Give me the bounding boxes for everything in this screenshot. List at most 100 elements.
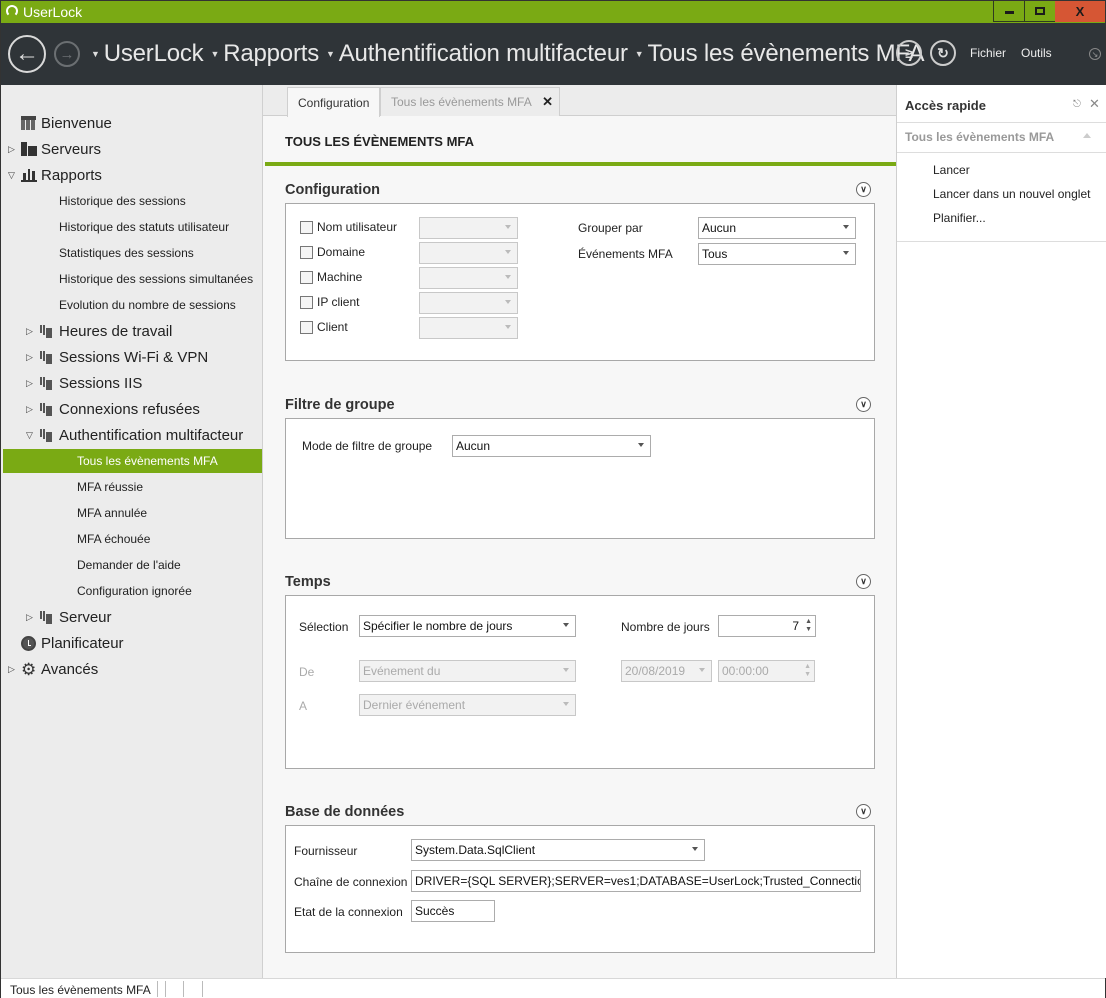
- menu-fichier[interactable]: Fichier: [970, 46, 1006, 60]
- back-button[interactable]: ←: [8, 35, 46, 73]
- tab-tous-evenements-mfa[interactable]: Tous les évènements MFA ✕: [380, 87, 560, 116]
- chevron-down-icon[interactable]: ∨: [856, 574, 871, 589]
- close-panel-icon[interactable]: ✕: [1089, 96, 1100, 112]
- chevron-down-icon[interactable]: ∨: [856, 397, 871, 412]
- tab-configuration[interactable]: Configuration: [287, 87, 381, 117]
- time-picker-de[interactable]: 00:00:00 ▲ ▼: [718, 660, 815, 682]
- spin-down-icon[interactable]: ▼: [805, 626, 812, 634]
- select-evenements-mfa[interactable]: Tous: [698, 243, 856, 265]
- expand-arrow-icon[interactable]: ▷: [26, 404, 33, 415]
- forward-button[interactable]: →: [54, 41, 80, 67]
- tree-item-sessions-iis[interactable]: ▷ Sessions IIS: [1, 371, 262, 395]
- tree-item-sessions-simultanees[interactable]: Historique des sessions simultanées: [1, 267, 262, 291]
- tree-item-historique-statuts[interactable]: Historique des statuts utilisateur: [1, 215, 262, 239]
- pin-icon[interactable]: ⎋: [1073, 99, 1081, 110]
- checkbox-nom-utilisateur[interactable]: [300, 221, 313, 234]
- refresh-button[interactable]: ↻: [930, 40, 956, 66]
- select-nom-utilisateur[interactable]: [419, 217, 518, 239]
- link-lancer[interactable]: Lancer: [933, 163, 970, 177]
- tree-item-avances[interactable]: ▷ ⚙ Avancés: [1, 657, 262, 681]
- tree-item-tous-evenements-mfa[interactable]: Tous les évènements MFA: [3, 449, 262, 473]
- link-planifier[interactable]: Planifier...: [933, 211, 986, 225]
- expand-arrow-icon[interactable]: ▷: [8, 144, 15, 155]
- spin-up-icon[interactable]: ▲: [805, 618, 812, 626]
- title-divider: [265, 162, 896, 166]
- tree-item-connexions-refusees[interactable]: ▷ Connexions refusées: [1, 397, 262, 421]
- date-picker-de[interactable]: 20/08/2019: [621, 660, 712, 682]
- expand-arrow-icon[interactable]: ▷: [26, 378, 33, 389]
- chevron-down-icon[interactable]: ∨: [856, 182, 871, 197]
- select-domaine[interactable]: [419, 242, 518, 264]
- tree-item-mfa-echouee[interactable]: MFA échouée: [1, 527, 262, 551]
- collapse-ribbon-icon[interactable]: ↘: [1089, 48, 1101, 60]
- tree-item-serveur[interactable]: ▷ Serveur: [1, 605, 262, 629]
- expand-arrow-icon[interactable]: ▷: [8, 664, 15, 675]
- breadcrumb-label[interactable]: UserLock: [104, 40, 204, 68]
- expand-arrow-icon[interactable]: ▷: [26, 326, 33, 337]
- maximize-button[interactable]: [1024, 1, 1056, 22]
- label-nombre-jours: Nombre de jours: [621, 620, 710, 634]
- select-grouper-par[interactable]: Aucun: [698, 217, 856, 239]
- tree-item-historique-sessions[interactable]: Historique des sessions: [1, 189, 262, 213]
- powershell-button[interactable]: ≥: [896, 40, 922, 66]
- tree-item-sessions-wifi-vpn[interactable]: ▷ Sessions Wi-Fi & VPN: [1, 345, 262, 369]
- tree-item-mfa-annulee[interactable]: MFA annulée: [1, 501, 262, 525]
- select-a[interactable]: Dernier événement: [359, 694, 576, 716]
- nombre-jours-spinner[interactable]: 7 ▲ ▼: [718, 615, 816, 637]
- breadcrumb-item[interactable]: ▼ Rapports: [211, 40, 320, 68]
- checkbox-domaine[interactable]: [300, 246, 313, 259]
- close-button[interactable]: X: [1055, 1, 1105, 22]
- tree-item-heures-travail[interactable]: ▷ Heures de travail: [1, 319, 262, 343]
- dropdown-icon[interactable]: ▼: [211, 49, 220, 59]
- tree-item-statistiques-sessions[interactable]: Statistiques des sessions: [1, 241, 262, 265]
- menu-outils[interactable]: Outils: [1021, 46, 1052, 60]
- tree-item-evolution-sessions[interactable]: Evolution du nombre de sessions: [1, 293, 262, 317]
- tree-item-rapports[interactable]: ▽ Rapports: [1, 163, 262, 187]
- select-de[interactable]: Evénement du: [359, 660, 576, 682]
- collapse-arrow-icon[interactable]: ▽: [26, 430, 33, 441]
- breadcrumb-item[interactable]: ▼ UserLock: [91, 40, 204, 68]
- minimize-button[interactable]: [993, 1, 1025, 22]
- select-fournisseur[interactable]: System.Data.SqlClient: [411, 839, 705, 861]
- breadcrumb-item[interactable]: ▼ Tous les évènements MFA: [635, 40, 925, 68]
- navigation-bar: ← → ▼ UserLock ▼ Rapports ▼ Authentificatio…: [1, 23, 1105, 85]
- quick-access-group[interactable]: Tous les évènements MFA: [905, 130, 1054, 144]
- select-machine[interactable]: [419, 267, 518, 289]
- status-text: Tous les évènements MFA: [10, 983, 151, 997]
- checkbox-ip-client[interactable]: [300, 296, 313, 309]
- select-client[interactable]: [419, 317, 518, 339]
- checkbox-client[interactable]: [300, 321, 313, 334]
- tree-item-bienvenue[interactable]: Bienvenue: [1, 111, 262, 135]
- dropdown-icon[interactable]: ▼: [91, 49, 100, 59]
- dropdown-icon[interactable]: ▼: [635, 49, 644, 59]
- tree-item-serveurs[interactable]: ▷ Serveurs: [1, 137, 262, 161]
- select-mode-filtre-groupe[interactable]: Aucun: [452, 435, 651, 457]
- expand-arrow-icon[interactable]: ▷: [26, 352, 33, 363]
- tree-item-planificateur[interactable]: Planificateur: [1, 631, 262, 655]
- breadcrumb-item[interactable]: ▼ Authentification multifacteur: [326, 40, 628, 68]
- chevron-down-icon[interactable]: ∨: [856, 804, 871, 819]
- expand-arrow-icon[interactable]: ▷: [26, 612, 33, 623]
- dropdown-icon[interactable]: ▼: [326, 49, 335, 59]
- breadcrumb-label[interactable]: Authentification multifacteur: [339, 40, 628, 68]
- connection-string-input[interactable]: DRIVER={SQL SERVER};SERVER=ves1;DATABASE…: [411, 870, 861, 892]
- close-tab-icon[interactable]: ✕: [542, 94, 553, 110]
- tree-item-configuration-ignoree[interactable]: Configuration ignorée: [1, 579, 262, 603]
- spin-up-icon[interactable]: ▲: [804, 663, 811, 671]
- spin-down-icon[interactable]: ▼: [804, 671, 811, 679]
- quick-access-panel: Accès rapide ⎋ ✕ Tous les évènements MFA…: [896, 85, 1106, 978]
- tree-item-mfa-reussie[interactable]: MFA réussie: [1, 475, 262, 499]
- tree-item-demander-aide[interactable]: Demander de l'aide: [1, 553, 262, 577]
- select-ip-client[interactable]: [419, 292, 518, 314]
- breadcrumb-label[interactable]: Rapports: [223, 40, 319, 68]
- welcome-grid-icon: [21, 116, 36, 130]
- breadcrumb-label[interactable]: Tous les évènements MFA: [647, 40, 924, 68]
- link-lancer-nouvel-onglet[interactable]: Lancer dans un nouvel onglet: [933, 187, 1090, 201]
- select-selection[interactable]: Spécifier le nombre de jours: [359, 615, 576, 637]
- checkbox-machine[interactable]: [300, 271, 313, 284]
- dropdown-caret-icon: [563, 702, 569, 706]
- collapse-arrow-icon[interactable]: ▽: [8, 170, 15, 181]
- section-base-donnees: Fournisseur System.Data.SqlClient Chaîne…: [285, 825, 875, 953]
- collapse-up-icon[interactable]: [1083, 133, 1091, 138]
- tree-item-authentification-multifacteur[interactable]: ▽ Authentification multifacteur: [1, 423, 262, 447]
